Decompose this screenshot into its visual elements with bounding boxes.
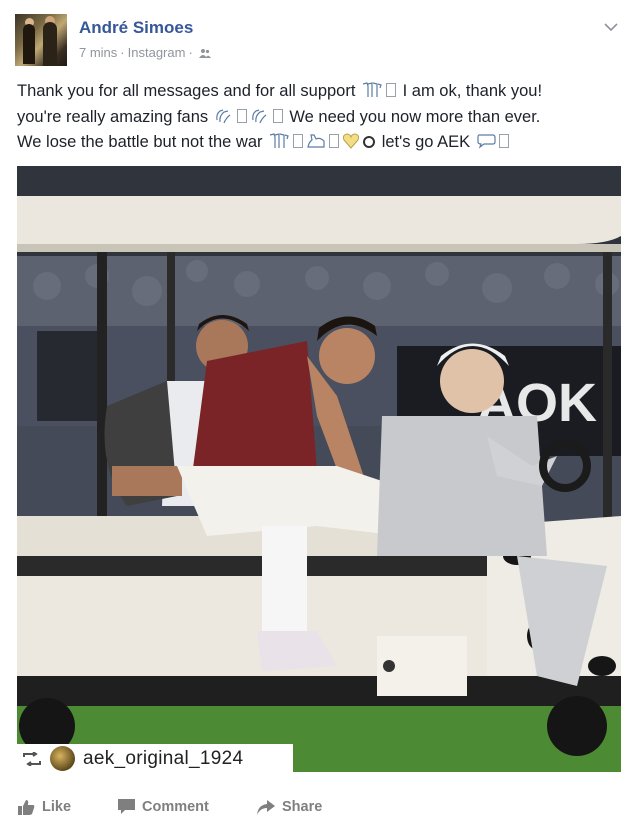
author-avatar[interactable] [15, 14, 67, 66]
post-text-line3-b: let's go AEK [381, 133, 471, 151]
post-photo[interactable]: AOK [17, 166, 621, 772]
flexed-arm-emoji-icon [306, 133, 326, 157]
jersey-emoji-icon [268, 133, 290, 157]
post-text-line1-a: Thank you for all messages and for all s… [17, 82, 356, 100]
post-time[interactable]: 7 mins [79, 45, 117, 60]
post-actions: Like Comment Share [0, 790, 635, 828]
clap-emoji-icon [250, 108, 270, 132]
post-text-line2-a: you're really amazing fans [17, 107, 209, 126]
thumbs-up-icon [18, 800, 35, 815]
jersey-emoji-icon [361, 82, 383, 106]
comment-label: Comment [142, 799, 209, 815]
friends-icon[interactable] [198, 48, 211, 58]
regram-username[interactable]: aek_original_1924 [83, 748, 243, 770]
comment-button[interactable]: Comment [118, 799, 209, 815]
post-text-line3-a: We lose the battle but not the war [17, 133, 263, 151]
chevron-down-icon[interactable] [602, 18, 620, 36]
post-source[interactable]: Instagram [128, 45, 186, 60]
circle-emoji-icon [362, 133, 376, 157]
regram-avatar[interactable] [50, 746, 75, 771]
share-label: Share [282, 799, 323, 815]
yellow-heart-icon [342, 133, 360, 157]
share-button[interactable]: Share [257, 799, 322, 815]
post-header: André Simoes 7 mins · Instagram · [15, 14, 620, 66]
like-label: Like [42, 799, 72, 815]
post-text-line2-b: We need you now more than ever. [289, 107, 541, 126]
author-name[interactable]: André Simoes [79, 18, 193, 38]
facebook-post: André Simoes 7 mins · Instagram · Thank you… [0, 0, 635, 828]
repost-icon [23, 751, 41, 766]
like-button[interactable]: Like [18, 799, 71, 815]
post-text: Thank you for all messages and for all s… [17, 80, 622, 157]
share-arrow-icon [257, 799, 275, 815]
clap-emoji-icon [214, 108, 234, 132]
speech-bubble-emoji-icon [476, 133, 496, 157]
post-meta: 7 mins · Instagram · [79, 45, 211, 60]
regram-credit[interactable]: aek_original_1924 [17, 744, 293, 773]
post-text-line1-b: I am ok, thank you! [402, 82, 543, 100]
comment-icon [118, 799, 135, 814]
